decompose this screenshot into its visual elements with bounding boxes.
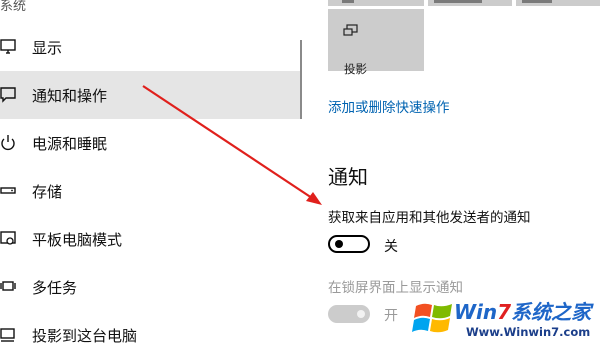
nav-item-label: 显示 (32, 38, 63, 57)
tile-icon (434, 0, 482, 3)
nav-item-notifications[interactable]: 通知和操作 (0, 71, 302, 119)
nav-item-tablet-mode[interactable]: 平板电脑模式 (0, 215, 302, 263)
nav-item-label: 平板电脑模式 (32, 230, 123, 249)
notifications-title: 通知 (328, 165, 368, 189)
watermark-brand-text: 系统之家 (511, 300, 592, 324)
nav-item-label: 通知和操作 (32, 86, 108, 105)
monitor-icon (0, 39, 16, 54)
nav-item-display[interactable]: 显示 (0, 23, 302, 71)
project-icon (0, 328, 15, 342)
nav-item-label: 投影到这台电脑 (32, 326, 138, 345)
quick-action-tile[interactable] (328, 0, 424, 6)
lock-screen-state: 开 (384, 308, 398, 324)
watermark-brand-win: Win (454, 300, 498, 324)
get-notifications-toggle[interactable] (328, 235, 370, 253)
toggle-knob (335, 240, 343, 248)
nav-item-power[interactable]: 电源和睡眠 (0, 119, 302, 167)
nav-scrollbar[interactable] (300, 40, 302, 119)
tile-label: 投影 (344, 62, 367, 76)
nav-item-multitasking[interactable]: 多任务 (0, 263, 302, 311)
edit-quick-actions-link[interactable]: 添加或删除快速操作 (328, 96, 450, 116)
settings-nav: 系统 显示 通知和操作 电源和睡眠 存储 平板电脑模式 多任务 投影到这台电脑 (0, 0, 302, 347)
toggle-knob (357, 310, 365, 318)
windows-logo-icon (412, 303, 452, 333)
watermark-brand-7: 7 (497, 300, 512, 324)
quick-action-tile[interactable] (516, 0, 600, 6)
storage-icon (0, 187, 16, 194)
nav-item-project-to-pc[interactable]: 投影到这台电脑 (0, 311, 302, 359)
nav-item-label: 多任务 (32, 278, 78, 297)
quick-action-tile[interactable] (428, 0, 512, 6)
nav-header: 系统 (0, 0, 27, 14)
message-icon (0, 87, 16, 103)
project-icon (343, 24, 358, 36)
watermark-brand: Win7系统之家 (454, 296, 591, 325)
nav-item-storage[interactable]: 存储 (0, 167, 302, 215)
watermark: Win7系统之家 Www.Winwin7.com (410, 292, 602, 347)
watermark-url: Www.Winwin7.com (466, 325, 591, 339)
tile-icon (522, 0, 552, 3)
nav-item-label: 电源和睡眠 (32, 134, 108, 153)
multitask-icon (0, 281, 16, 291)
tablet-icon (0, 231, 16, 245)
get-notifications-state: 关 (384, 239, 398, 255)
get-notifications-label: 获取来自应用和其他发送者的通知 (328, 210, 531, 226)
nav-item-label: 存储 (32, 182, 63, 201)
power-icon (1, 135, 15, 151)
quick-action-tile-project[interactable]: 投影 (328, 9, 424, 76)
lock-screen-toggle[interactable] (328, 305, 370, 323)
tile-icon (342, 0, 354, 3)
